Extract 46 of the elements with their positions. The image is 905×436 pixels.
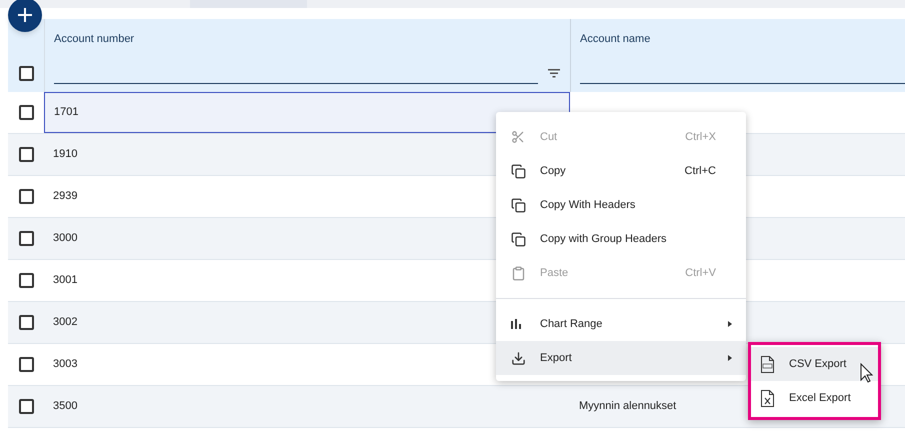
checkbox[interactable] (18, 147, 34, 162)
plus-icon (18, 8, 32, 22)
menu-item[interactable]: Export (496, 341, 746, 375)
column-header[interactable]: Account name (580, 31, 650, 48)
copy-icon (511, 164, 526, 178)
submenu-arrow-icon (728, 355, 732, 361)
copy-icon (511, 232, 526, 246)
checkbox[interactable] (18, 105, 34, 120)
checkbox[interactable] (18, 273, 34, 288)
checkbox[interactable] (18, 399, 34, 414)
checkbox[interactable] (18, 231, 34, 246)
scissors-icon (511, 130, 525, 144)
menu-item[interactable]: CSV Export (751, 347, 878, 381)
clipboard-icon (511, 266, 526, 280)
menu-item[interactable]: Copy with Group Headers (496, 222, 746, 256)
column-header[interactable]: Account number (54, 31, 134, 48)
shortcut-label: Ctrl+V (685, 266, 716, 281)
table-cell[interactable]: 1701 (44, 92, 570, 133)
spreadsheet-file-icon (761, 390, 774, 406)
download-icon (511, 350, 526, 366)
menu-item-label: Copy (540, 164, 567, 179)
mouse-cursor-icon (860, 363, 874, 383)
checkbox[interactable] (18, 315, 34, 330)
csv-file-icon (761, 356, 774, 372)
menu-item-label: Copy with Group Headers (540, 232, 668, 247)
menu-item-label: Paste (540, 266, 570, 281)
checkbox[interactable] (18, 66, 34, 81)
table-cell[interactable]: Myynnin alennukset (579, 398, 676, 415)
checkbox[interactable] (18, 189, 34, 204)
submenu-arrow-icon (728, 321, 732, 327)
menu-item[interactable]: Copy With Headers (496, 188, 746, 222)
copy-icon (511, 198, 526, 212)
shortcut-label: Ctrl+C (684, 164, 716, 179)
checkbox[interactable] (18, 357, 34, 372)
menu-item-label: Excel Export (789, 390, 851, 406)
menu-item-label: Copy With Headers (540, 198, 636, 213)
table-cell[interactable]: 3500 (44, 386, 570, 427)
menu-item[interactable]: Chart Range (496, 307, 746, 341)
bar-chart-icon (511, 319, 523, 329)
menu-item-label: CSV Export (789, 356, 846, 372)
menu-item-label: Export (540, 350, 573, 366)
menu-item[interactable]: Excel Export (751, 381, 878, 415)
menu-item[interactable]: Copy Ctrl+C (496, 154, 746, 188)
shortcut-label: Ctrl+X (685, 130, 716, 145)
filter-icon[interactable] (548, 68, 560, 78)
menu-item-label: Chart Range (540, 316, 604, 332)
